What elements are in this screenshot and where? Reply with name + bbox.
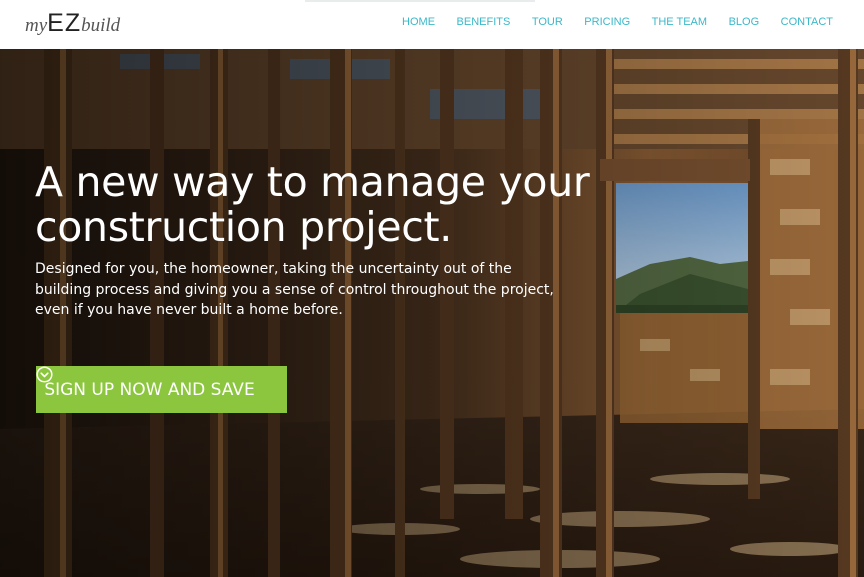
- brand-logo[interactable]: myEZbuild: [25, 9, 120, 39]
- nav-item-home[interactable]: HOME: [402, 16, 435, 28]
- chevron-down-circle-icon: [36, 366, 279, 398]
- logo-mark: EZ: [47, 9, 82, 37]
- signup-button-label: SIGN UP NOW AND SAVE: [44, 379, 255, 400]
- nav-item-pricing[interactable]: PRICING: [584, 16, 630, 28]
- logo-suffix: build: [81, 15, 121, 36]
- hero-subtext: Designed for you, the homeowner, taking …: [35, 261, 554, 318]
- nav-item-contact[interactable]: CONTACT: [781, 16, 833, 28]
- hero-section: A new way to manage your construction pr…: [0, 49, 864, 577]
- hero-headline: A new way to manage your construction pr…: [35, 158, 590, 251]
- site-header: myEZbuild HOME BENEFITS TOUR PRICING THE…: [0, 0, 864, 49]
- nav-item-the-team[interactable]: THE TEAM: [652, 16, 707, 28]
- signup-button[interactable]: SIGN UP NOW AND SAVE: [36, 366, 287, 413]
- header-top-divider: [305, 0, 535, 2]
- nav-item-blog[interactable]: BLOG: [729, 16, 760, 28]
- logo-prefix: my: [25, 15, 48, 36]
- main-nav: HOME BENEFITS TOUR PRICING THE TEAM BLOG…: [381, 16, 833, 28]
- nav-item-benefits[interactable]: BENEFITS: [457, 16, 511, 28]
- nav-item-tour[interactable]: TOUR: [532, 16, 563, 28]
